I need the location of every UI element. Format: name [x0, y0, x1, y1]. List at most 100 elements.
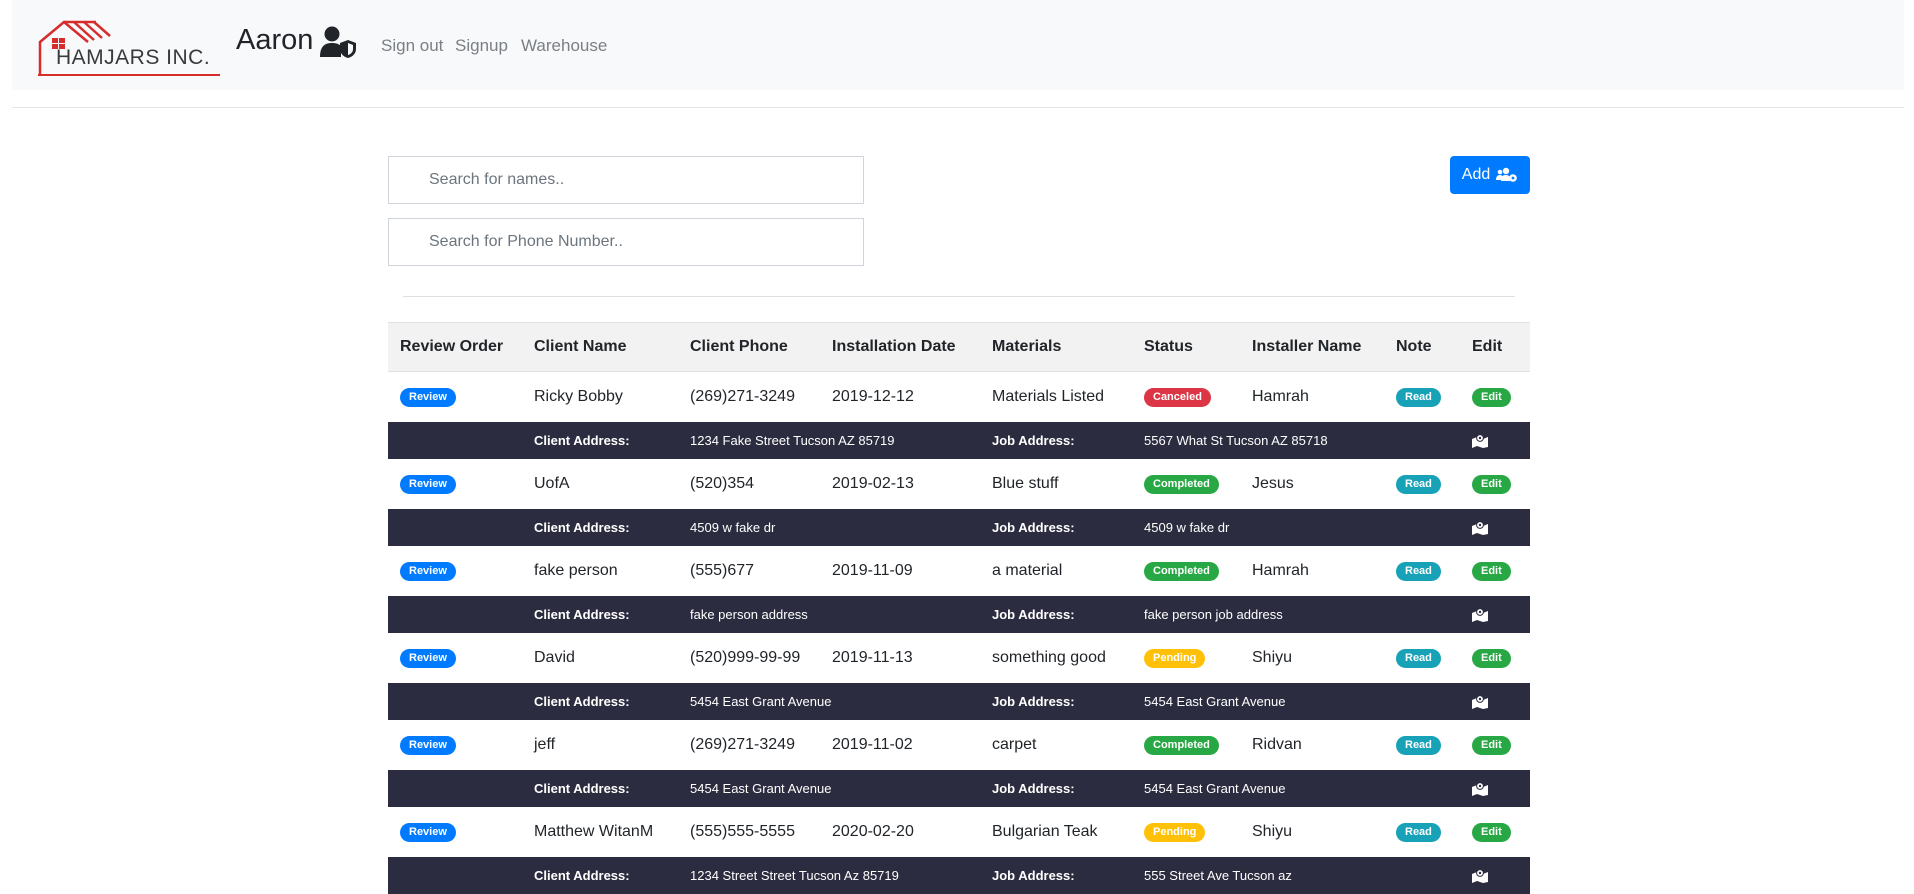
- cell-note: Read: [1384, 807, 1460, 857]
- cell-map[interactable]: [1460, 857, 1530, 894]
- review-badge[interactable]: Review: [400, 823, 456, 842]
- cell-installer-name: Shiyu: [1240, 633, 1384, 683]
- cell-installation-date: 2019-12-12: [820, 372, 980, 423]
- cell-map[interactable]: [1460, 770, 1530, 807]
- add-button[interactable]: Add: [1450, 156, 1530, 194]
- client-address-value: 5454 East Grant Avenue: [678, 683, 980, 720]
- cell-installation-date: 2019-02-13: [820, 459, 980, 509]
- search-phone-input[interactable]: [388, 218, 864, 266]
- status-badge: Completed: [1144, 475, 1219, 494]
- cell-status: Completed: [1132, 546, 1240, 596]
- address-row: Client Address:5454 East Grant AvenueJob…: [388, 683, 1530, 720]
- cell-map[interactable]: [1460, 422, 1530, 459]
- address-spacer: [388, 857, 522, 894]
- table-row: ReviewMatthew WitanM(555)555-55552020-02…: [388, 807, 1530, 857]
- map-marked-icon: [1472, 608, 1488, 622]
- job-address-value: 5567 What St Tucson AZ 85718: [1132, 422, 1460, 459]
- job-address-label: Job Address:: [980, 596, 1132, 633]
- add-button-label: Add: [1462, 166, 1490, 184]
- username: Aaron: [236, 24, 313, 57]
- content-divider: [403, 296, 1515, 297]
- cell-edit: Edit: [1460, 546, 1530, 596]
- cell-installation-date: 2020-02-20: [820, 807, 980, 857]
- review-badge[interactable]: Review: [400, 388, 456, 407]
- cell-installation-date: 2019-11-09: [820, 546, 980, 596]
- header-client-name: Client Name: [522, 323, 678, 372]
- read-badge[interactable]: Read: [1396, 649, 1441, 668]
- cell-status: Completed: [1132, 720, 1240, 770]
- cell-client-name: fake person: [522, 546, 678, 596]
- cell-review: Review: [388, 807, 522, 857]
- cell-installer-name: Hamrah: [1240, 372, 1384, 423]
- read-badge[interactable]: Read: [1396, 736, 1441, 755]
- job-address-value: 4509 w fake dr: [1132, 509, 1460, 546]
- cell-materials: carpet: [980, 720, 1132, 770]
- cell-materials: something good: [980, 633, 1132, 683]
- cell-map[interactable]: [1460, 683, 1530, 720]
- status-badge: Completed: [1144, 736, 1219, 755]
- cell-map[interactable]: [1460, 509, 1530, 546]
- cell-review: Review: [388, 546, 522, 596]
- cell-materials: Blue stuff: [980, 459, 1132, 509]
- table-row: ReviewUofA(520)3542019-02-13Blue stuffCo…: [388, 459, 1530, 509]
- job-address-label: Job Address:: [980, 422, 1132, 459]
- cell-materials: Materials Listed: [980, 372, 1132, 423]
- cell-map[interactable]: [1460, 596, 1530, 633]
- edit-badge[interactable]: Edit: [1472, 475, 1511, 494]
- review-badge[interactable]: Review: [400, 475, 456, 494]
- job-address-value: 555 Street Ave Tucson az: [1132, 857, 1460, 894]
- cell-installation-date: 2019-11-13: [820, 633, 980, 683]
- edit-badge[interactable]: Edit: [1472, 562, 1511, 581]
- nav-link-sign-out[interactable]: Sign out: [381, 36, 443, 56]
- address-spacer: [388, 770, 522, 807]
- cell-edit: Edit: [1460, 633, 1530, 683]
- cell-installer-name: Ridvan: [1240, 720, 1384, 770]
- header-review-order: Review Order: [388, 323, 522, 372]
- header-installation-date: Installation Date: [820, 323, 980, 372]
- client-address-label: Client Address:: [522, 770, 678, 807]
- orders-table-body: ReviewRicky Bobby(269)271-32492019-12-12…: [388, 372, 1530, 894]
- cell-review: Review: [388, 633, 522, 683]
- review-badge[interactable]: Review: [400, 649, 456, 668]
- read-badge[interactable]: Read: [1396, 388, 1441, 407]
- map-marked-icon: [1472, 521, 1488, 535]
- edit-badge[interactable]: Edit: [1472, 649, 1511, 668]
- logo-underline: [38, 74, 220, 76]
- nav-link-signup[interactable]: Signup: [455, 36, 508, 56]
- edit-badge[interactable]: Edit: [1472, 736, 1511, 755]
- nav-link-warehouse[interactable]: Warehouse: [521, 36, 607, 56]
- client-address-label: Client Address:: [522, 683, 678, 720]
- address-row: Client Address:4509 w fake drJob Address…: [388, 509, 1530, 546]
- address-spacer: [388, 422, 522, 459]
- review-badge[interactable]: Review: [400, 736, 456, 755]
- review-badge[interactable]: Review: [400, 562, 456, 581]
- client-address-label: Client Address:: [522, 857, 678, 894]
- job-address-value: 5454 East Grant Avenue: [1132, 770, 1460, 807]
- read-badge[interactable]: Read: [1396, 562, 1441, 581]
- header-status: Status: [1132, 323, 1240, 372]
- search-names-input[interactable]: [388, 156, 864, 204]
- read-badge[interactable]: Read: [1396, 475, 1441, 494]
- job-address-value: fake person job address: [1132, 596, 1460, 633]
- cell-edit: Edit: [1460, 372, 1530, 423]
- cell-note: Read: [1384, 633, 1460, 683]
- logo-text: HAMJARS INC.: [56, 46, 210, 70]
- company-logo[interactable]: HAMJARS INC.: [36, 18, 222, 78]
- address-spacer: [388, 596, 522, 633]
- table-header-row: Review Order Client Name Client Phone In…: [388, 323, 1530, 372]
- cell-client-phone: (520)999-99-99: [678, 633, 820, 683]
- edit-badge[interactable]: Edit: [1472, 823, 1511, 842]
- cell-installer-name: Hamrah: [1240, 546, 1384, 596]
- status-badge: Pending: [1144, 649, 1205, 668]
- client-address-value: 1234 Fake Street Tucson AZ 85719: [678, 422, 980, 459]
- address-row: Client Address:5454 East Grant AvenueJob…: [388, 770, 1530, 807]
- map-marked-icon: [1472, 782, 1488, 796]
- cell-review: Review: [388, 372, 522, 423]
- client-address-label: Client Address:: [522, 596, 678, 633]
- cell-client-phone: (520)354: [678, 459, 820, 509]
- job-address-label: Job Address:: [980, 509, 1132, 546]
- edit-badge[interactable]: Edit: [1472, 388, 1511, 407]
- read-badge[interactable]: Read: [1396, 823, 1441, 842]
- header-note: Note: [1384, 323, 1460, 372]
- address-row: Client Address:fake person addressJob Ad…: [388, 596, 1530, 633]
